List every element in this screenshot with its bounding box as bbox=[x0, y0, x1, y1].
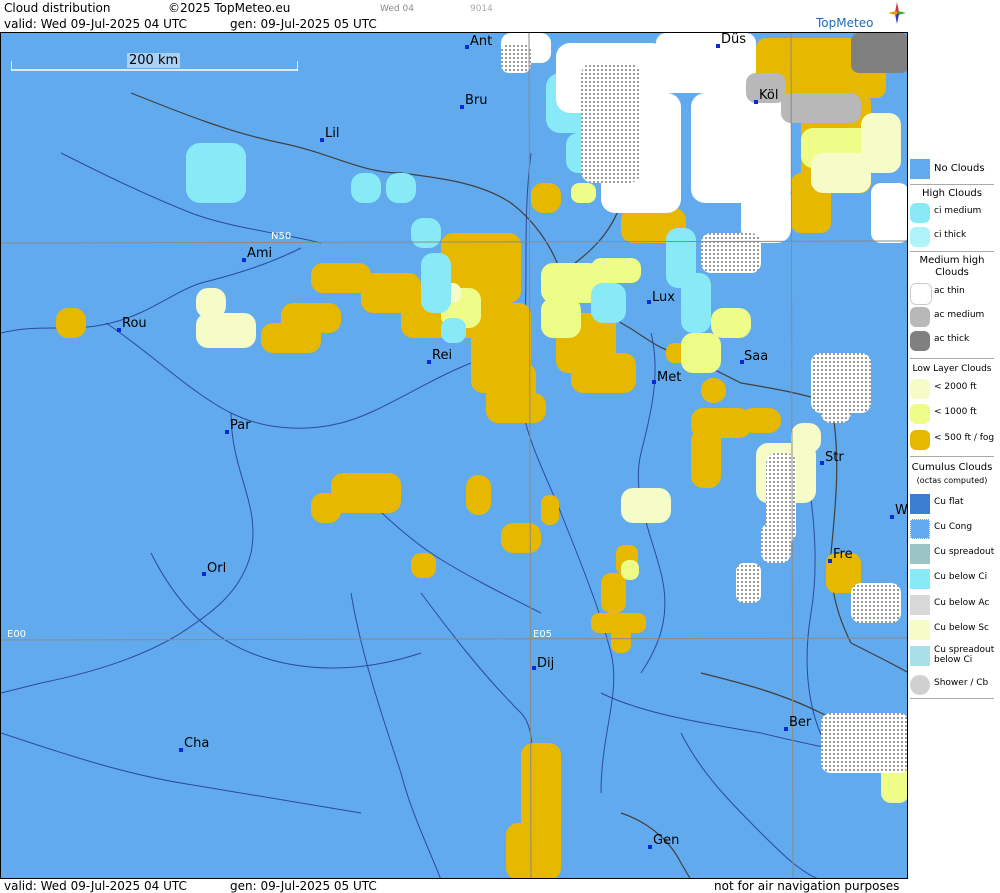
legend-ac-thin: ac thin bbox=[908, 282, 1000, 305]
swatch bbox=[910, 494, 930, 514]
copyright: ©2025 TopMeteo.eu bbox=[168, 1, 291, 15]
legend-label: ac thick bbox=[934, 334, 970, 344]
city-label: Dij bbox=[537, 656, 554, 671]
city-label: Cha bbox=[184, 736, 209, 751]
footer-notice: not for air navigation purposes bbox=[714, 879, 900, 893]
footer-bar: valid: Wed 09-Jul-2025 04 UTC gen: 09-Ju… bbox=[0, 879, 1000, 893]
city-label: Köl bbox=[759, 88, 778, 103]
city-label: Orl bbox=[207, 561, 226, 576]
legend-cu-below-sc: Cu below Sc bbox=[908, 619, 1000, 641]
legend-label: Cu spreadout bbox=[934, 547, 995, 557]
legend-label: Cu below Sc bbox=[934, 623, 989, 633]
logo-text: TopMeteo bbox=[816, 16, 874, 30]
legend-cu-cong: Cu Cong bbox=[908, 518, 1000, 540]
legend-label: < 500 ft / fog bbox=[934, 433, 995, 443]
grid-label-e05: E05 bbox=[533, 629, 552, 640]
swatch bbox=[910, 430, 930, 450]
header-bar: Cloud distribution ©2025 TopMeteo.eu Wed… bbox=[0, 0, 908, 32]
legend-subheading-cu: (octas computed) bbox=[916, 476, 988, 485]
legend-shower: Shower / Cb bbox=[908, 674, 1000, 696]
legend-cu-spread-below-ci: Cu spreadout below Ci bbox=[908, 645, 1000, 673]
grid-label-n50: N50 bbox=[271, 231, 291, 242]
map-title: Cloud distribution bbox=[4, 1, 111, 15]
legend-label: ci thick bbox=[934, 230, 967, 240]
legend-ci-thick: ci thick bbox=[908, 226, 1000, 248]
legend-low-2000: < 2000 ft bbox=[908, 378, 1000, 400]
city-label: Ber bbox=[789, 715, 812, 730]
legend-label: Cu Cong bbox=[934, 522, 973, 532]
city-label: Lil bbox=[325, 126, 339, 141]
scale-bar-label: 200 km bbox=[127, 53, 181, 68]
header-day: Wed 04 bbox=[380, 4, 414, 14]
legend-no-clouds: No Clouds bbox=[908, 158, 1000, 180]
legend-heading-high: High Clouds bbox=[922, 188, 982, 199]
legend-label: Cu flat bbox=[934, 497, 964, 507]
city-label: Bru bbox=[465, 93, 488, 108]
legend-ci-medium: ci medium bbox=[908, 202, 1000, 224]
swatch bbox=[910, 620, 930, 640]
legend-heading-low: Low Layer Clouds bbox=[912, 364, 992, 374]
swatch bbox=[910, 519, 930, 539]
legend-heading-medium: Medium high Clouds bbox=[919, 255, 985, 278]
city-label: Rou bbox=[122, 316, 147, 331]
legend-label: Cu below Ac bbox=[934, 598, 990, 608]
city-label: Lux bbox=[652, 290, 675, 305]
swatch bbox=[910, 227, 930, 247]
swatch bbox=[910, 203, 930, 223]
city-label: Par bbox=[230, 418, 251, 433]
swatch bbox=[910, 595, 930, 615]
legend-label: ac medium bbox=[934, 310, 985, 320]
legend-label: ci medium bbox=[934, 206, 982, 216]
city-label: Fre bbox=[833, 547, 853, 562]
swatch bbox=[910, 379, 930, 399]
swatch bbox=[910, 569, 930, 589]
legend-low-1000: < 1000 ft bbox=[908, 403, 1000, 425]
swatch bbox=[910, 675, 930, 695]
topmeteo-logo: TopMeteo bbox=[816, 2, 906, 30]
swatch bbox=[910, 283, 932, 305]
city-label: Gen bbox=[653, 833, 679, 848]
legend-cu-below-ci: Cu below Ci bbox=[908, 568, 1000, 590]
legend-panel: No Clouds High Clouds ci medium ci thick… bbox=[908, 0, 1000, 879]
legend-label: < 1000 ft bbox=[934, 407, 977, 417]
compass-icon bbox=[888, 2, 906, 24]
city-label: Düs bbox=[721, 33, 746, 47]
legend-label: ac thin bbox=[934, 286, 965, 296]
footer-valid: valid: Wed 09-Jul-2025 04 UTC bbox=[4, 879, 187, 893]
city-label: Rei bbox=[432, 348, 452, 363]
swatch bbox=[910, 646, 930, 666]
legend-cu-flat: Cu flat bbox=[908, 493, 1000, 515]
swatch bbox=[910, 307, 930, 327]
city-label: Saa bbox=[744, 349, 768, 364]
grid-label-e00: E00 bbox=[7, 629, 26, 640]
scale-bar: 200 km bbox=[11, 53, 298, 71]
legend-heading-cu: Cumulus Clouds bbox=[911, 462, 993, 473]
swatch bbox=[910, 404, 930, 424]
legend-cu-below-ac: Cu below Ac bbox=[908, 594, 1000, 616]
legend-ac-thick: ac thick bbox=[908, 330, 1000, 352]
city-label: Str bbox=[825, 450, 844, 465]
swatch bbox=[910, 159, 930, 179]
cloud-map[interactable]: N50 E00 E05 Ant Düs Köl Bru Lil Ami Rou … bbox=[0, 32, 908, 879]
legend-label: Cu spreadout below Ci bbox=[934, 645, 995, 665]
map-canvas: N50 E00 E05 Ant Düs Köl Bru Lil Ami Rou … bbox=[1, 33, 908, 878]
city-label: Ami bbox=[247, 246, 272, 261]
legend-label: No Clouds bbox=[934, 163, 985, 174]
city-label: W bbox=[895, 503, 908, 518]
swatch bbox=[910, 331, 930, 351]
valid-time: valid: Wed 09-Jul-2025 04 UTC bbox=[4, 17, 187, 31]
legend-label: < 2000 ft bbox=[934, 382, 977, 392]
legend-ac-medium: ac medium bbox=[908, 306, 1000, 328]
legend-cu-spreadout: Cu spreadout bbox=[908, 543, 1000, 565]
city-label: Ant bbox=[470, 34, 492, 49]
footer-generated: gen: 09-Jul-2025 05 UTC bbox=[230, 879, 377, 893]
city-label: Met bbox=[657, 370, 681, 385]
header-code: 9014 bbox=[470, 4, 493, 14]
swatch bbox=[910, 544, 930, 564]
legend-low-500: < 500 ft / fog bbox=[908, 429, 1000, 451]
generated-time: gen: 09-Jul-2025 05 UTC bbox=[230, 17, 377, 31]
legend-label: Cu below Ci bbox=[934, 572, 988, 582]
legend-label: Shower / Cb bbox=[934, 678, 989, 688]
